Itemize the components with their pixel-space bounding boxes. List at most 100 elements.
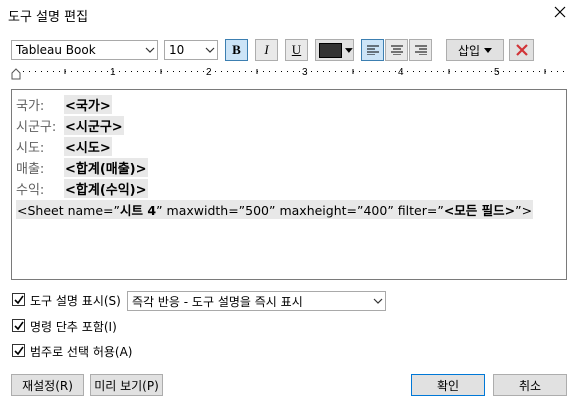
ruler-dot xyxy=(221,71,222,72)
ruler-dot xyxy=(269,71,270,72)
insert-button[interactable]: 삽입 xyxy=(446,39,504,61)
align-right-button[interactable] xyxy=(409,39,432,61)
ruler-dot xyxy=(107,71,108,72)
font-size-value: 10 xyxy=(169,43,185,57)
show-tooltip-label[interactable]: 도구 설명 표시(S) xyxy=(30,292,121,309)
ruler-dot xyxy=(323,71,324,72)
ruler-dot xyxy=(125,71,126,72)
ruler-dot xyxy=(119,71,120,72)
ruler-dot xyxy=(491,71,492,72)
ruler-dot xyxy=(431,71,432,72)
field-token: <합계(매출)> xyxy=(64,157,148,177)
ruler-number: 5 xyxy=(494,67,500,78)
ruler-dot xyxy=(335,71,336,72)
ruler-dot xyxy=(101,71,102,72)
sheet-tag: <Sheet name=”시트 4” maxwidth=”500” maxhei… xyxy=(16,199,534,219)
sheet-tag-line: <Sheet name=”시트 4” maxwidth=”500” maxhei… xyxy=(16,199,534,219)
indent-marker[interactable] xyxy=(11,68,21,80)
ruler-dot xyxy=(77,71,78,72)
ruler-dot xyxy=(383,71,384,72)
underline-button[interactable]: U xyxy=(285,39,308,61)
ruler-dot xyxy=(47,71,48,72)
font-family-select[interactable]: Tableau Book xyxy=(11,40,158,60)
ruler-dot xyxy=(551,71,552,72)
ruler-dot xyxy=(263,71,264,72)
italic-label: I xyxy=(264,42,269,57)
editor-line: 매출: <합계(매출)> xyxy=(16,157,148,177)
ruler-dot xyxy=(347,71,348,72)
ruler-dot xyxy=(503,71,504,72)
ruler-dot xyxy=(329,71,330,72)
ruler-dot xyxy=(461,71,462,72)
ruler-dot xyxy=(521,71,522,72)
font-size-select[interactable]: 10 xyxy=(164,40,218,60)
ruler-dot xyxy=(227,71,228,72)
command-buttons-checkbox[interactable] xyxy=(12,319,25,332)
close-icon[interactable] xyxy=(552,4,568,20)
align-left-button[interactable] xyxy=(361,39,384,61)
ok-label: 확인 xyxy=(436,378,460,393)
editor-line: 시도: <시도> xyxy=(16,136,112,156)
ruler-dot xyxy=(395,71,396,72)
insert-label: 삽입 xyxy=(457,43,481,58)
ruler-dot xyxy=(563,71,564,72)
ruler-dot xyxy=(413,71,414,72)
category-select-checkbox[interactable] xyxy=(12,344,25,357)
ruler-dot xyxy=(467,71,468,72)
ruler-dot xyxy=(185,71,186,72)
field-label: 수익: xyxy=(16,182,45,198)
reset-button[interactable]: 재설정(R) xyxy=(11,374,84,396)
ruler-number: 3 xyxy=(302,67,308,78)
ruler-dot xyxy=(287,71,288,72)
ruler-dot xyxy=(557,71,558,72)
cancel-button[interactable]: 취소 xyxy=(493,374,567,396)
field-label: 시군구: xyxy=(16,119,57,135)
font-color-button[interactable] xyxy=(315,39,354,61)
clear-button[interactable] xyxy=(509,39,534,61)
ruler-dot xyxy=(41,71,42,72)
preview-button[interactable]: 미리 보기(P) xyxy=(90,374,163,396)
dropdown-arrow-icon xyxy=(345,47,353,53)
chevron-down-icon xyxy=(203,47,217,53)
ruler-dot xyxy=(515,71,516,72)
italic-button[interactable]: I xyxy=(255,39,278,61)
dropdown-arrow-icon xyxy=(484,47,493,53)
ruler-dot xyxy=(131,71,132,72)
show-tooltip-checkbox[interactable] xyxy=(12,293,25,306)
ruler-dot xyxy=(137,71,138,72)
ruler-dot xyxy=(371,71,372,72)
reset-label: 재설정(R) xyxy=(22,378,73,393)
checkmark-icon xyxy=(13,346,24,355)
category-select-label[interactable]: 범주로 선택 허용(A) xyxy=(30,343,132,360)
field-label: 국가: xyxy=(16,98,45,114)
ruler-dot xyxy=(527,71,528,72)
ok-button[interactable]: 확인 xyxy=(411,374,485,396)
ruler-dot xyxy=(275,71,276,72)
ruler[interactable]: 1 2 3 4 5 xyxy=(11,64,566,80)
ruler-dot xyxy=(95,71,96,72)
align-center-button[interactable] xyxy=(385,39,408,61)
ruler-dot xyxy=(293,71,294,72)
ruler-dot xyxy=(479,71,480,72)
tooltip-editor[interactable]: 국가: <국가> 시군구: <시군구> 시도: <시도> 매출: <합계(매출)… xyxy=(11,89,567,280)
checkmark-icon xyxy=(13,295,24,304)
ruler-dot xyxy=(149,71,150,72)
command-buttons-label[interactable]: 명령 단추 포함(I) xyxy=(30,318,117,335)
tooltip-mode-select[interactable]: 즉각 반응 - 도구 설명을 즉시 표시 xyxy=(127,291,386,311)
ruler-dot xyxy=(53,71,54,72)
ruler-dot xyxy=(197,71,198,72)
ruler-dot xyxy=(359,71,360,72)
editor-line: 수익: <합계(수익)> xyxy=(16,178,148,198)
ruler-dot xyxy=(299,71,300,72)
ruler-dot xyxy=(245,71,246,72)
ruler-dot xyxy=(341,71,342,72)
ruler-dot xyxy=(23,71,24,72)
field-label: 매출: xyxy=(16,161,45,177)
ruler-dot xyxy=(389,71,390,72)
ruler-dot xyxy=(233,71,234,72)
ruler-dot xyxy=(539,71,540,72)
ruler-dot xyxy=(443,71,444,72)
bold-button[interactable]: B xyxy=(225,39,248,61)
align-left-icon xyxy=(366,45,379,55)
preview-label: 미리 보기(P) xyxy=(94,378,159,393)
